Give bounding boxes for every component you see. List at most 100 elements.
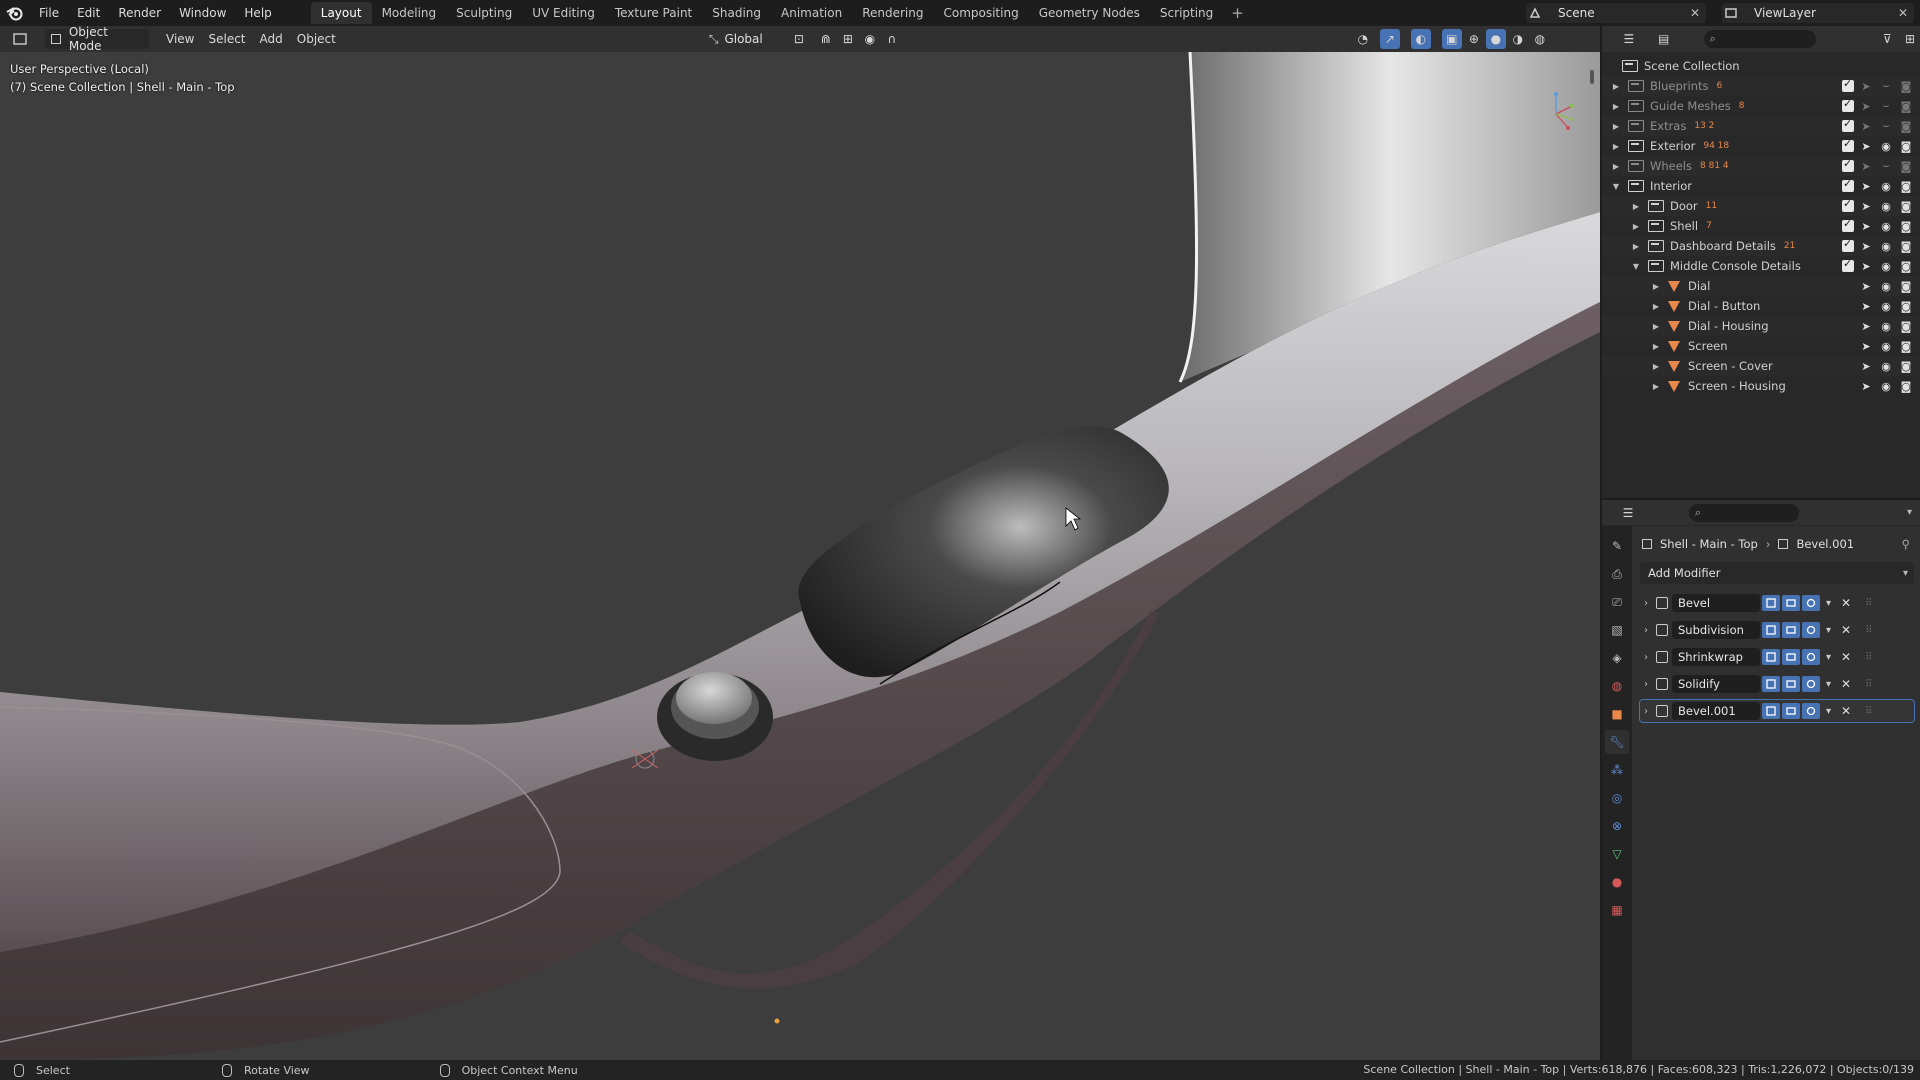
tree-row[interactable]: ▶ Dial - Housing ➤ ◉ ◙ <box>1602 316 1920 336</box>
outliner-search-input[interactable]: ⌕ <box>1703 30 1817 48</box>
properties-editor-type-icon[interactable]: ☰ <box>1618 503 1638 523</box>
tree-row[interactable]: ▶ Wheels 8 81 4 ➤⌣◙ <box>1602 156 1920 176</box>
outliner-editor-type-icon[interactable]: ☰ <box>1620 29 1638 49</box>
modifier-row[interactable]: › Solidify ▾ ✕ ⠿ <box>1640 673 1914 695</box>
3d-viewport[interactable]: User Perspective (Local) (7) Scene Colle… <box>0 52 1600 1060</box>
edit-mode-toggle-icon[interactable] <box>1762 649 1780 665</box>
modifier-name-field[interactable]: Bevel.001 <box>1672 702 1760 720</box>
eye-icon[interactable]: ◉ <box>1878 258 1894 274</box>
blender-logo-icon[interactable] <box>0 0 30 26</box>
scene-tab-icon[interactable]: ◈ <box>1605 646 1629 670</box>
exclude-checkbox[interactable] <box>1842 177 1854 192</box>
drag-handle-icon[interactable]: ⠿ <box>1865 598 1872 609</box>
camera-icon[interactable]: ◙ <box>1898 158 1914 174</box>
remove-modifier-icon[interactable]: ✕ <box>1841 596 1851 610</box>
viewport-toggle-icon[interactable] <box>1782 622 1800 638</box>
eye-icon[interactable]: ◉ <box>1878 278 1894 294</box>
wireframe-shading-icon[interactable]: ⊕ <box>1464 29 1484 49</box>
tool-tab-icon[interactable]: ✎ <box>1605 534 1629 558</box>
selectable-arrow-icon[interactable]: ➤ <box>1858 378 1874 394</box>
camera-icon[interactable]: ◙ <box>1898 138 1914 154</box>
pin-icon[interactable]: ⚲ <box>1902 537 1910 551</box>
camera-icon[interactable]: ◙ <box>1898 118 1914 134</box>
expanded-arrow-icon[interactable]: ▼ <box>1630 262 1642 271</box>
selectable-arrow-icon[interactable]: ➤ <box>1858 298 1874 314</box>
camera-icon[interactable]: ◙ <box>1898 178 1914 194</box>
selectable-arrow-icon[interactable]: ➤ <box>1858 258 1874 274</box>
modifier-row[interactable]: › Bevel.001 ▾ ✕ ⠿ <box>1639 699 1915 723</box>
modifier-row[interactable]: › Shrinkwrap ▾ ✕ ⠿ <box>1640 646 1914 668</box>
constraints-tab-icon[interactable]: ⊗ <box>1605 814 1629 838</box>
selectable-arrow-icon[interactable]: ➤ <box>1858 278 1874 294</box>
collapsed-arrow-icon[interactable]: ▶ <box>1650 282 1662 291</box>
collapsed-arrow-icon[interactable]: ▶ <box>1650 322 1662 331</box>
viewport-menu-view[interactable]: View <box>159 29 201 49</box>
remove-modifier-icon[interactable]: ✕ <box>1841 650 1851 664</box>
visibility-icon[interactable]: ◔ <box>1353 29 1373 49</box>
drag-handle-icon[interactable]: ⠿ <box>1865 706 1872 717</box>
camera-icon[interactable]: ◙ <box>1898 318 1914 334</box>
viewport-toggle-icon[interactable] <box>1782 676 1800 692</box>
drag-handle-icon[interactable]: ⠿ <box>1865 652 1872 663</box>
tab-sculpting[interactable]: Sculpting <box>446 2 522 24</box>
proportional-edit-icon[interactable]: ◉ <box>860 29 880 49</box>
texture-tab-icon[interactable]: ▦ <box>1605 898 1629 922</box>
selectable-arrow-icon[interactable]: ➤ <box>1858 358 1874 374</box>
xray-icon[interactable]: ▣ <box>1441 29 1462 49</box>
collapsed-arrow-icon[interactable]: ▶ <box>1610 102 1622 111</box>
exclude-checkbox[interactable] <box>1842 237 1854 252</box>
render-toggle-icon[interactable] <box>1802 676 1820 692</box>
expand-arrow-icon[interactable]: › <box>1640 598 1652 609</box>
eye-icon[interactable]: ◉ <box>1878 238 1894 254</box>
material-shading-icon[interactable]: ◑ <box>1508 29 1528 49</box>
viewport-toggle-icon[interactable] <box>1782 649 1800 665</box>
eye-icon[interactable]: ◉ <box>1878 218 1894 234</box>
exclude-checkbox[interactable] <box>1842 157 1854 172</box>
eye-icon[interactable]: ⌣ <box>1878 78 1894 94</box>
tree-row[interactable]: ▶ Screen ➤ ◉ ◙ <box>1602 336 1920 356</box>
modifier-name-field[interactable]: Bevel <box>1672 594 1760 612</box>
drag-handle-icon[interactable]: ⠿ <box>1865 625 1872 636</box>
mode-dropdown[interactable]: Object Mode <box>45 25 149 53</box>
tree-row[interactable]: ▶ Door 11 ➤◉◙ <box>1602 196 1920 216</box>
exclude-checkbox[interactable] <box>1842 117 1854 132</box>
selectable-arrow-icon[interactable]: ➤ <box>1858 178 1874 194</box>
collapsed-arrow-icon[interactable]: ▶ <box>1650 382 1662 391</box>
tree-row[interactable]: ▶ Screen - Cover ➤ ◉ ◙ <box>1602 356 1920 376</box>
falloff-icon[interactable]: ∩ <box>882 29 902 49</box>
expand-arrow-icon[interactable]: › <box>1640 625 1652 636</box>
modifier-name-field[interactable]: Solidify <box>1672 675 1760 693</box>
tree-row[interactable]: ▶ Guide Meshes 8 ➤⌣◙ <box>1602 96 1920 116</box>
exclude-checkbox[interactable] <box>1842 77 1854 92</box>
modifier-row[interactable]: › Bevel ▾ ✕ ⠿ <box>1640 592 1914 614</box>
menu-help[interactable]: Help <box>235 0 280 26</box>
modifier-tab-icon[interactable]: 🔧︎ <box>1605 730 1629 754</box>
view-layer-close-icon[interactable]: ✕ <box>1898 6 1908 20</box>
menu-edit[interactable]: Edit <box>68 0 109 26</box>
modifier-menu-chevron-icon[interactable]: ▾ <box>1826 625 1831 636</box>
solid-shading-icon[interactable]: ● <box>1485 29 1506 49</box>
eye-icon[interactable]: ⌣ <box>1878 158 1894 174</box>
display-mode-icon[interactable]: ▤ <box>1655 29 1673 49</box>
expand-arrow-icon[interactable]: › <box>1640 652 1652 663</box>
camera-icon[interactable]: ◙ <box>1898 78 1914 94</box>
camera-icon[interactable]: ◙ <box>1898 98 1914 114</box>
world-tab-icon[interactable]: ◍ <box>1605 674 1629 698</box>
tree-row[interactable]: ▶ Dial - Button ➤ ◉ ◙ <box>1602 296 1920 316</box>
menu-window[interactable]: Window <box>170 0 235 26</box>
collapsed-arrow-icon[interactable]: ▶ <box>1630 222 1642 231</box>
viewport-toggle-icon[interactable] <box>1782 703 1800 719</box>
collapsed-arrow-icon[interactable]: ▶ <box>1650 362 1662 371</box>
eye-icon[interactable]: ◉ <box>1878 338 1894 354</box>
tab-scripting[interactable]: Scripting <box>1150 2 1223 24</box>
camera-icon[interactable]: ◙ <box>1898 198 1914 214</box>
modifier-row[interactable]: › Subdivision ▾ ✕ ⠿ <box>1640 619 1914 641</box>
exclude-checkbox[interactable] <box>1842 97 1854 112</box>
selectable-arrow-icon[interactable]: ➤ <box>1858 218 1874 234</box>
pivot-icon[interactable]: ⊡ <box>789 29 809 49</box>
edit-mode-toggle-icon[interactable] <box>1762 622 1780 638</box>
snap-target-icon[interactable]: ⊞ <box>838 29 858 49</box>
camera-icon[interactable]: ◙ <box>1898 298 1914 314</box>
camera-icon[interactable]: ◙ <box>1898 378 1914 394</box>
gizmo-icon[interactable]: ↗ <box>1379 29 1400 49</box>
